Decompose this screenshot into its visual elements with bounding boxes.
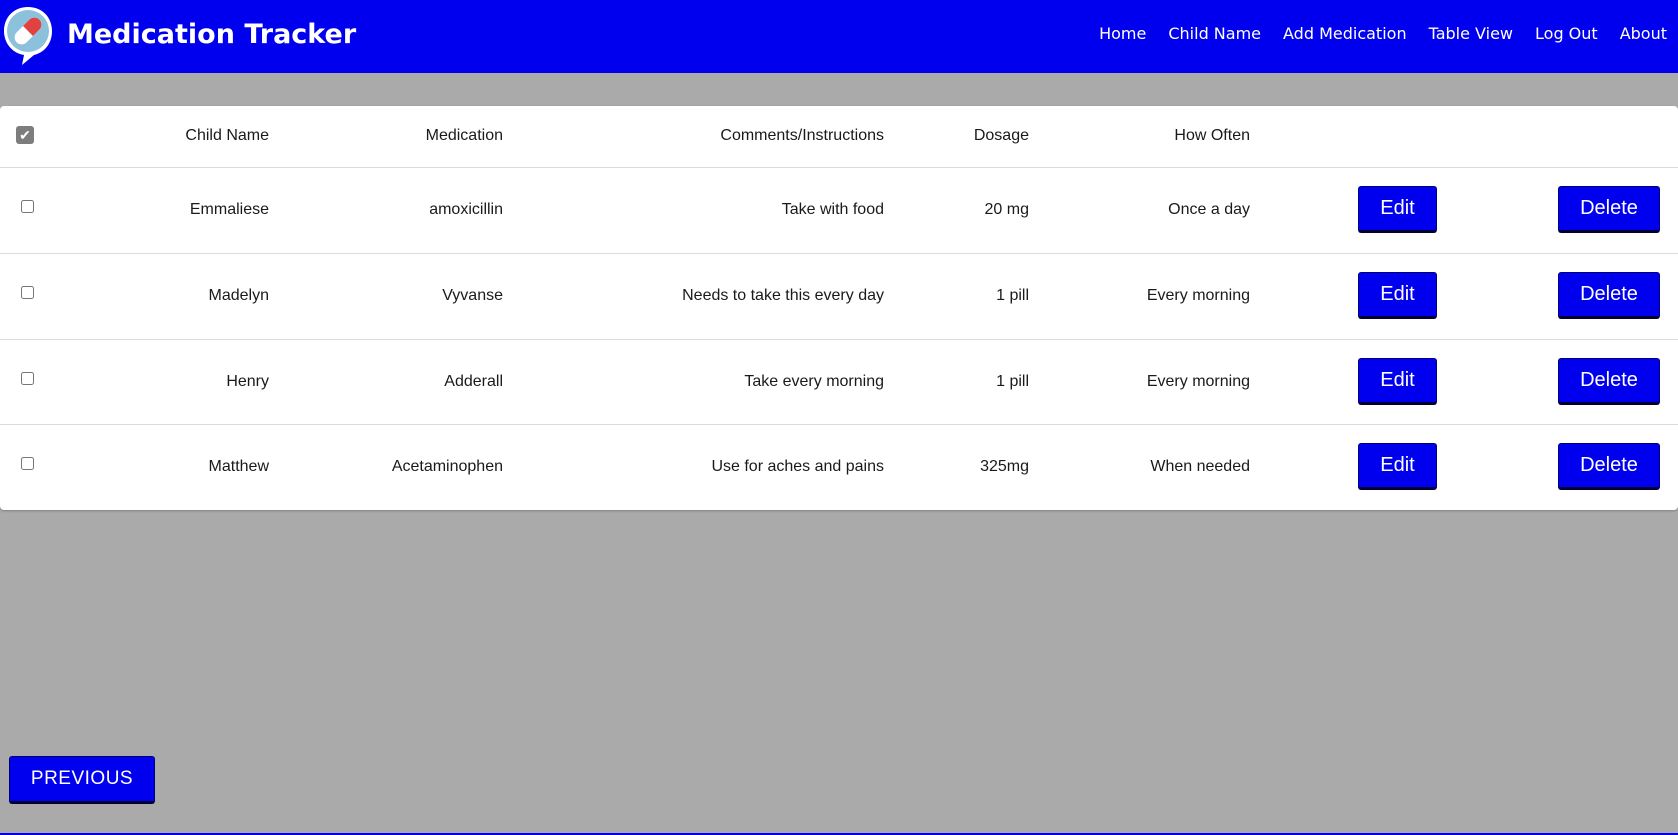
header-child-name: Child Name bbox=[185, 127, 269, 144]
cell-medication: Adderall bbox=[444, 373, 503, 390]
header-comments: Comments/Instructions bbox=[720, 127, 884, 144]
nav-about-link[interactable]: About bbox=[1620, 24, 1667, 43]
nav-home-link[interactable]: Home bbox=[1099, 24, 1146, 43]
delete-button[interactable]: Delete bbox=[1558, 358, 1660, 405]
row-checkbox[interactable] bbox=[21, 200, 34, 213]
cell-child-name: Madelyn bbox=[208, 287, 269, 304]
edit-button[interactable]: Edit bbox=[1358, 443, 1437, 490]
previous-button[interactable]: PREVIOUS bbox=[9, 756, 155, 804]
header-medication: Medication bbox=[425, 127, 503, 144]
cell-dosage: 325mg bbox=[980, 458, 1029, 475]
nav-log-out-link[interactable]: Log Out bbox=[1535, 24, 1598, 43]
navbar: Medication Tracker Home Child Name Add M… bbox=[0, 0, 1678, 73]
table-row: Emmaliese amoxicillin Take with food 20 … bbox=[0, 168, 1678, 254]
row-checkbox[interactable] bbox=[21, 372, 34, 385]
header-how-often: How Often bbox=[1174, 127, 1250, 144]
edit-button[interactable]: Edit bbox=[1358, 186, 1437, 233]
delete-button[interactable]: Delete bbox=[1558, 443, 1660, 490]
edit-button[interactable]: Edit bbox=[1358, 272, 1437, 319]
cell-comments: Use for aches and pains bbox=[711, 458, 884, 475]
cell-how-often: Every morning bbox=[1146, 287, 1250, 304]
cell-comments: Take with food bbox=[781, 201, 884, 218]
cell-child-name: Matthew bbox=[208, 458, 269, 475]
select-all-checkbox[interactable]: ✔ bbox=[16, 126, 34, 144]
cell-medication: Vyvanse bbox=[442, 287, 503, 304]
cell-comments: Needs to take this every day bbox=[682, 287, 884, 304]
delete-button[interactable]: Delete bbox=[1558, 186, 1660, 233]
edit-button[interactable]: Edit bbox=[1358, 358, 1437, 405]
cell-how-often: When needed bbox=[1150, 458, 1250, 475]
medication-table: ✔ Child Name Medication Comments/Instruc… bbox=[0, 106, 1678, 510]
table-header-row: ✔ Child Name Medication Comments/Instruc… bbox=[0, 106, 1678, 168]
nav-add-medication-link[interactable]: Add Medication bbox=[1283, 24, 1407, 43]
cell-how-often: Once a day bbox=[1168, 201, 1250, 218]
nav-links: Home Child Name Add Medication Table Vie… bbox=[1099, 24, 1667, 43]
table-row: Matthew Acetaminophen Use for aches and … bbox=[0, 425, 1678, 510]
header-dosage: Dosage bbox=[973, 127, 1029, 144]
cell-dosage: 1 pill bbox=[996, 287, 1029, 304]
delete-button[interactable]: Delete bbox=[1558, 272, 1660, 319]
cell-dosage: 20 mg bbox=[984, 201, 1029, 218]
app-title: Medication Tracker bbox=[67, 19, 357, 50]
cell-how-often: Every morning bbox=[1146, 373, 1250, 390]
cell-medication: amoxicillin bbox=[429, 201, 503, 218]
cell-comments: Take every morning bbox=[744, 373, 884, 390]
cell-child-name: Emmaliese bbox=[189, 201, 269, 218]
cell-dosage: 1 pill bbox=[996, 373, 1029, 390]
table-row: Madelyn Vyvanse Needs to take this every… bbox=[0, 254, 1678, 340]
nav-table-view-link[interactable]: Table View bbox=[1429, 24, 1513, 43]
pill-chat-bubble-icon[interactable] bbox=[2, 5, 54, 67]
cell-medication: Acetaminophen bbox=[391, 458, 503, 475]
row-checkbox[interactable] bbox=[21, 286, 34, 299]
cell-child-name: Henry bbox=[226, 373, 269, 390]
nav-child-name-link[interactable]: Child Name bbox=[1168, 24, 1261, 43]
table-row: Henry Adderall Take every morning 1 pill… bbox=[0, 340, 1678, 425]
row-checkbox[interactable] bbox=[21, 457, 34, 470]
